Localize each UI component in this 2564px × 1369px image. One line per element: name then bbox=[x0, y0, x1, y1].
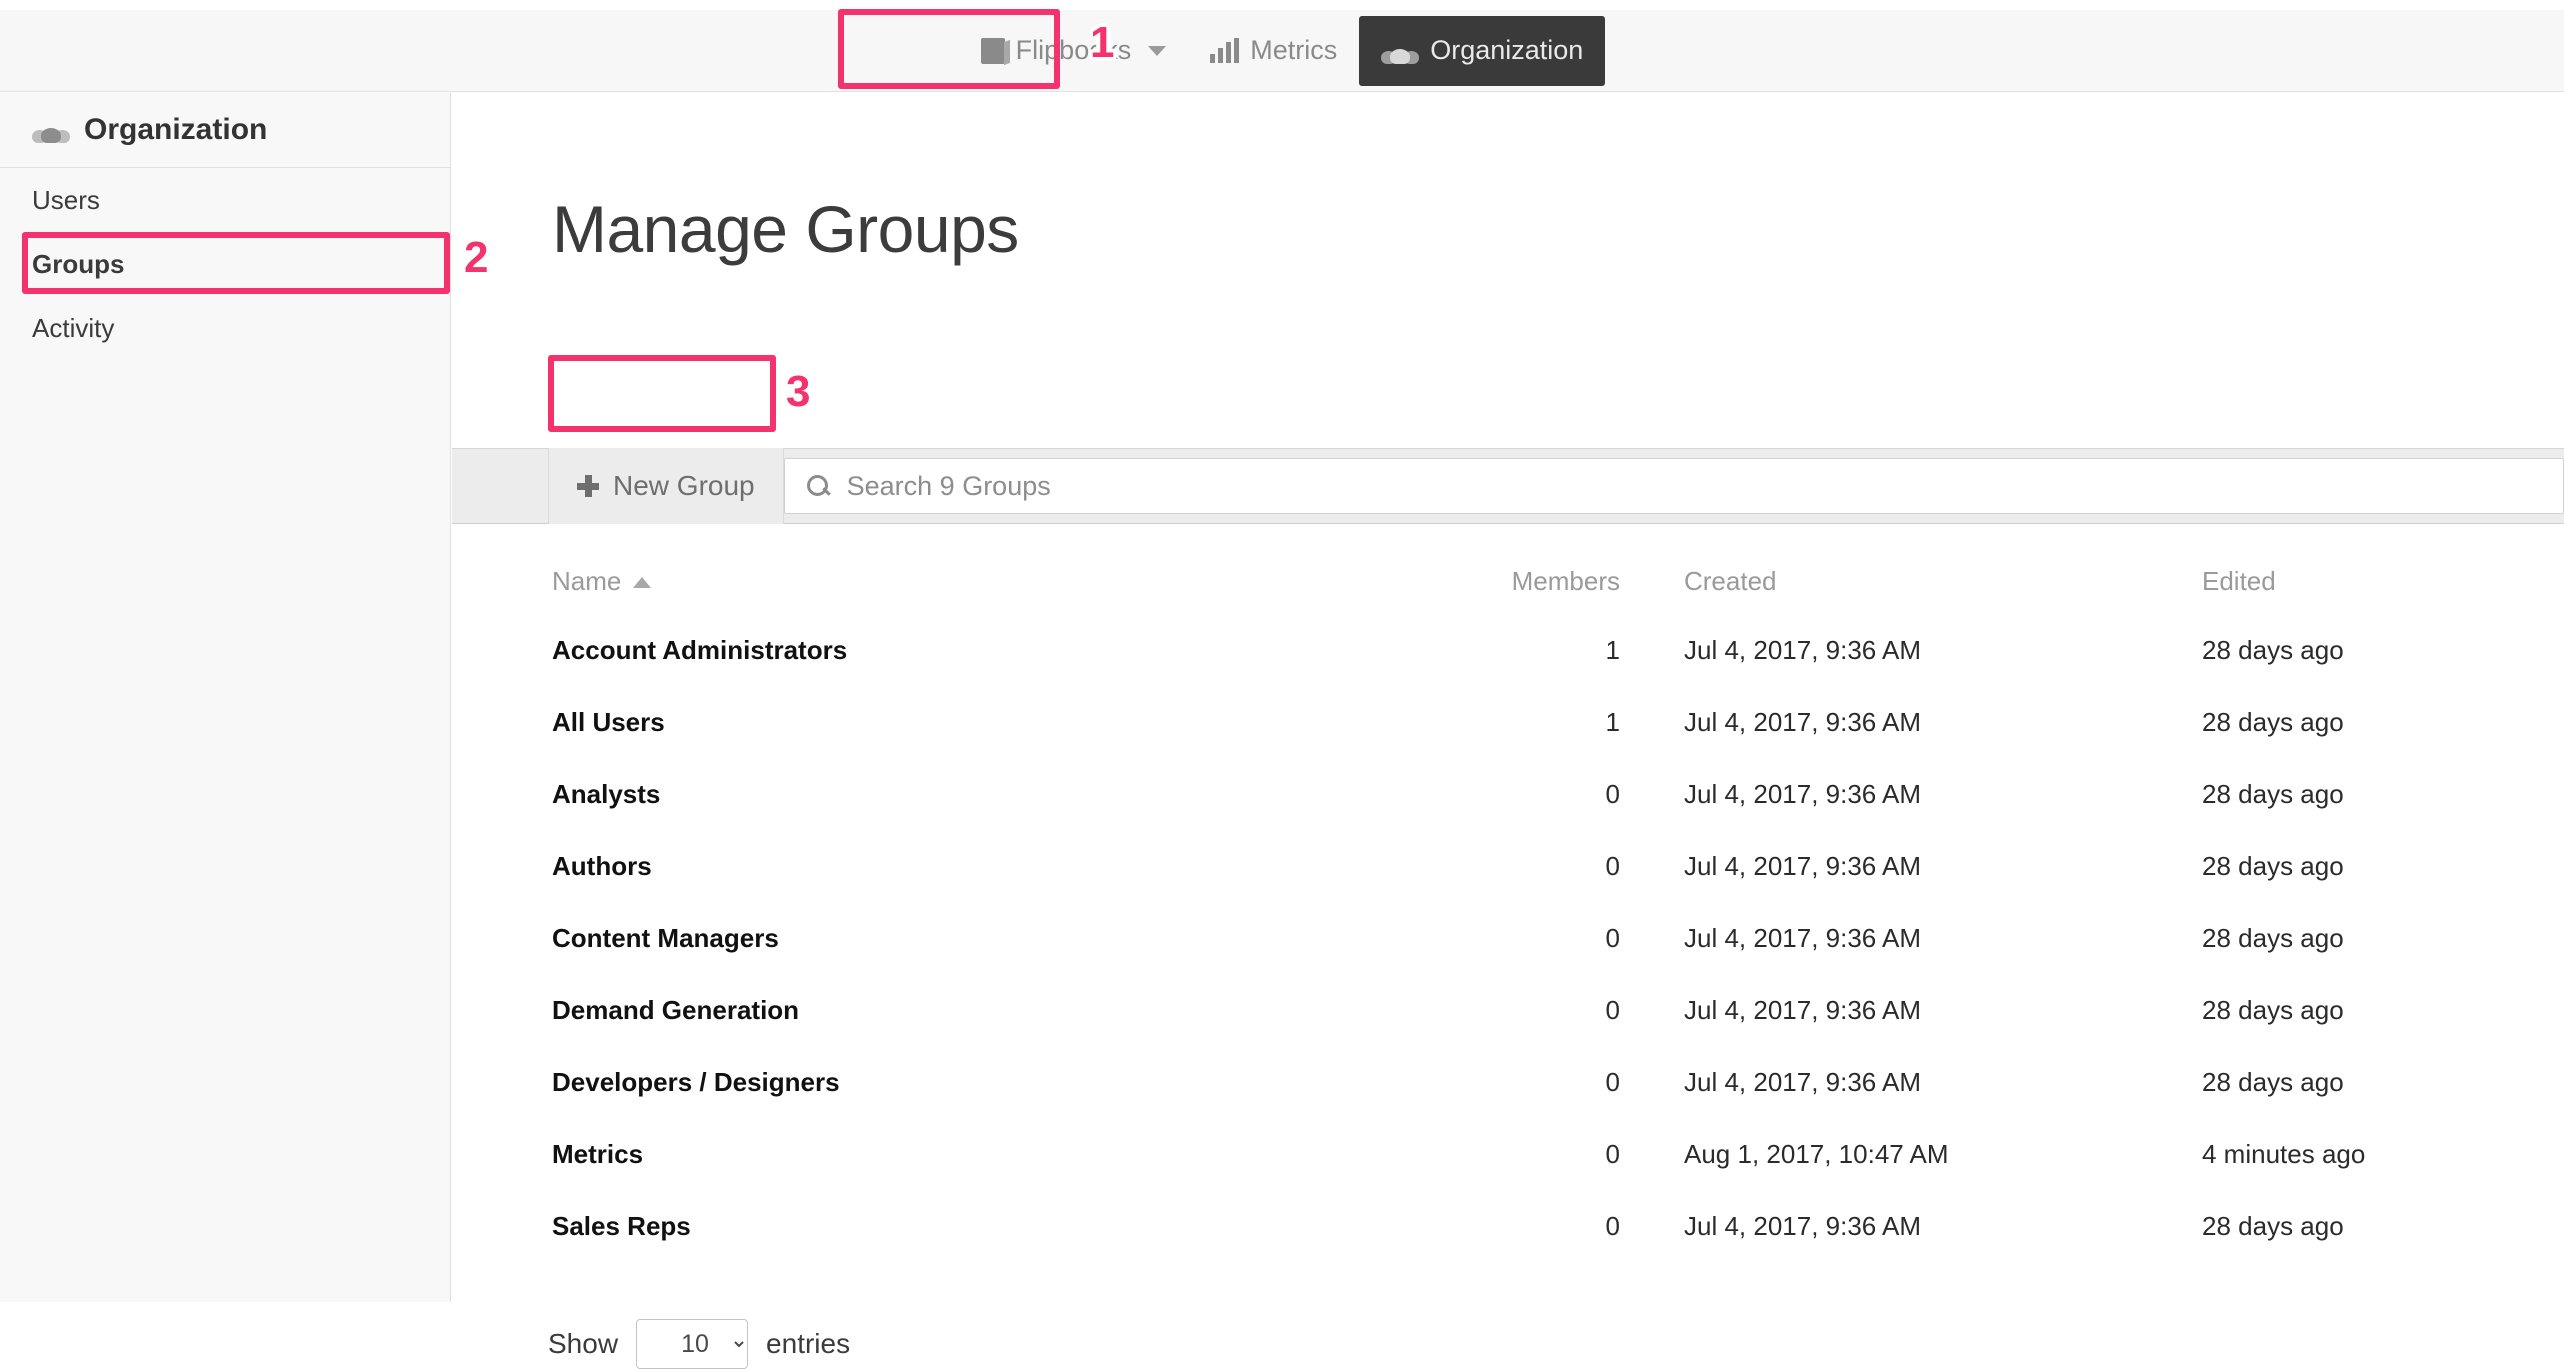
people-icon bbox=[1381, 38, 1420, 64]
cell-edited: 28 days ago bbox=[2202, 850, 2344, 881]
groups-toolbar: New Group bbox=[452, 448, 2564, 524]
cell-members: 1 bbox=[1605, 634, 1620, 665]
nav-item-metrics-label: Metrics bbox=[1250, 35, 1338, 65]
cell-created: Jul 4, 2017, 9:36 AM bbox=[1684, 922, 1922, 953]
nav-item-metrics[interactable]: Metrics bbox=[1188, 10, 1359, 92]
cell-created: Jul 4, 2017, 9:36 AM bbox=[1684, 634, 1922, 665]
new-group-button[interactable]: New Group bbox=[548, 448, 784, 524]
table-row[interactable]: All Users 1 Jul 4, 2017, 9:36 AM 28 days ag… bbox=[452, 686, 2564, 758]
sidebar-item-users-label: Users bbox=[32, 184, 100, 215]
table-body: Account Administrators 1 Jul 4, 2017, 9:36… bbox=[452, 614, 2564, 1262]
sidebar-header: Organization bbox=[0, 93, 450, 168]
nav-item-flipbooks[interactable]: Flipbooks bbox=[959, 10, 1189, 92]
nav-item-list: Flipbooks Metrics Organization bbox=[959, 10, 1606, 92]
cell-edited: 28 days ago bbox=[2202, 706, 2344, 737]
main-content: Manage Groups New Group Name Members Cre… bbox=[452, 93, 2564, 1369]
cell-members: 0 bbox=[1605, 778, 1620, 809]
cell-created: Jul 4, 2017, 9:36 AM bbox=[1684, 1066, 1922, 1097]
table-row[interactable]: Metrics 0 Aug 1, 2017, 10:47 AM 4 minutes a… bbox=[452, 1118, 2564, 1190]
column-header-members[interactable]: Members bbox=[1412, 566, 1642, 597]
cell-name: Analysts bbox=[552, 778, 661, 809]
groups-table: Name Members Created Edited Account Admi… bbox=[452, 548, 2564, 1262]
show-entries-label: Show bbox=[548, 1328, 619, 1359]
table-row[interactable]: Account Administrators 1 Jul 4, 2017, 9:36… bbox=[452, 614, 2564, 686]
cell-edited: 28 days ago bbox=[2202, 922, 2344, 953]
cell-members: 0 bbox=[1605, 994, 1620, 1025]
cell-edited: 28 days ago bbox=[2202, 994, 2344, 1025]
column-header-created[interactable]: Created bbox=[1642, 566, 2202, 597]
table-row[interactable]: Content Managers 0 Jul 4, 2017, 9:36 AM 28 … bbox=[452, 902, 2564, 974]
cell-created: Jul 4, 2017, 9:36 AM bbox=[1684, 778, 1922, 809]
entries-label: entries bbox=[766, 1328, 851, 1359]
cell-created: Jul 4, 2017, 9:36 AM bbox=[1684, 1210, 1922, 1241]
cell-edited: 28 days ago bbox=[2202, 778, 2344, 809]
search-icon bbox=[805, 473, 831, 499]
cell-edited: 28 days ago bbox=[2202, 1210, 2344, 1241]
cell-members: 0 bbox=[1605, 922, 1620, 953]
cell-edited: 4 minutes ago bbox=[2202, 1138, 2366, 1169]
column-header-name[interactable]: Name bbox=[452, 566, 1412, 597]
sidebar-item-activity-label: Activity bbox=[32, 312, 115, 343]
table-footer: Show 102550100 entries bbox=[452, 1319, 850, 1369]
cell-members: 0 bbox=[1605, 1210, 1620, 1241]
cell-members: 0 bbox=[1605, 1138, 1620, 1169]
sidebar-item-activity[interactable]: Activity bbox=[0, 296, 450, 360]
book-icon bbox=[980, 37, 1005, 64]
table-row[interactable]: Analysts 0 Jul 4, 2017, 9:36 AM 28 days ago bbox=[452, 758, 2564, 830]
nav-item-organization[interactable]: Organization bbox=[1359, 15, 1606, 86]
table-row[interactable]: Authors 0 Jul 4, 2017, 9:36 AM 28 days ago bbox=[452, 830, 2564, 902]
search-field-wrapper[interactable] bbox=[783, 458, 2564, 514]
column-header-edited[interactable]: Edited bbox=[2202, 566, 2564, 597]
sidebar: Organization Users Groups Activity bbox=[0, 93, 451, 1302]
cell-name: Account Administrators bbox=[552, 634, 848, 665]
cell-name: Sales Reps bbox=[552, 1210, 691, 1241]
sidebar-item-groups-label: Groups bbox=[32, 248, 125, 279]
column-header-name-label: Name bbox=[552, 565, 622, 596]
cell-created: Jul 4, 2017, 9:36 AM bbox=[1684, 850, 1922, 881]
table-row[interactable]: Demand Generation 0 Jul 4, 2017, 9:36 AM 28… bbox=[452, 974, 2564, 1046]
cell-name: Metrics bbox=[552, 1138, 644, 1169]
table-row[interactable]: Sales Reps 0 Jul 4, 2017, 9:36 AM 28 days a… bbox=[452, 1190, 2564, 1262]
cell-name: Content Managers bbox=[552, 922, 779, 953]
sidebar-header-label: Organization bbox=[84, 113, 268, 146]
cell-members: 0 bbox=[1605, 850, 1620, 881]
table-row[interactable]: Developers / Designers 0 Jul 4, 2017, 9:36… bbox=[452, 1046, 2564, 1118]
sidebar-item-groups[interactable]: Groups bbox=[0, 232, 450, 296]
new-group-button-label: New Group bbox=[613, 470, 755, 501]
sidebar-item-users[interactable]: Users bbox=[0, 168, 450, 232]
cell-name: Demand Generation bbox=[552, 994, 800, 1025]
people-icon bbox=[32, 117, 70, 143]
chevron-down-icon[interactable] bbox=[1148, 45, 1167, 56]
cell-members: 0 bbox=[1605, 1066, 1620, 1097]
cell-members: 1 bbox=[1605, 706, 1620, 737]
table-header-row: Name Members Created Edited bbox=[452, 548, 2564, 614]
sort-ascending-icon[interactable] bbox=[633, 577, 652, 589]
nav-item-organization-label: Organization bbox=[1430, 35, 1584, 65]
cell-edited: 28 days ago bbox=[2202, 634, 2344, 665]
cell-created: Aug 1, 2017, 10:47 AM bbox=[1684, 1138, 1949, 1169]
cell-name: Developers / Designers bbox=[552, 1066, 840, 1097]
cell-name: Authors bbox=[552, 850, 652, 881]
top-navigation-bar: Flipbooks Metrics Organization bbox=[0, 10, 2564, 92]
plus-icon bbox=[577, 475, 599, 497]
cell-edited: 28 days ago bbox=[2202, 1066, 2344, 1097]
bar-chart-icon bbox=[1210, 37, 1240, 63]
entries-per-page-select[interactable]: 102550100 bbox=[636, 1319, 749, 1369]
cell-created: Jul 4, 2017, 9:36 AM bbox=[1684, 994, 1922, 1025]
search-input[interactable] bbox=[844, 469, 2563, 503]
cell-name: All Users bbox=[552, 706, 665, 737]
page-title: Manage Groups bbox=[552, 192, 1019, 266]
cell-created: Jul 4, 2017, 9:36 AM bbox=[1684, 706, 1922, 737]
nav-item-flipbooks-label: Flipbooks bbox=[1015, 35, 1132, 65]
